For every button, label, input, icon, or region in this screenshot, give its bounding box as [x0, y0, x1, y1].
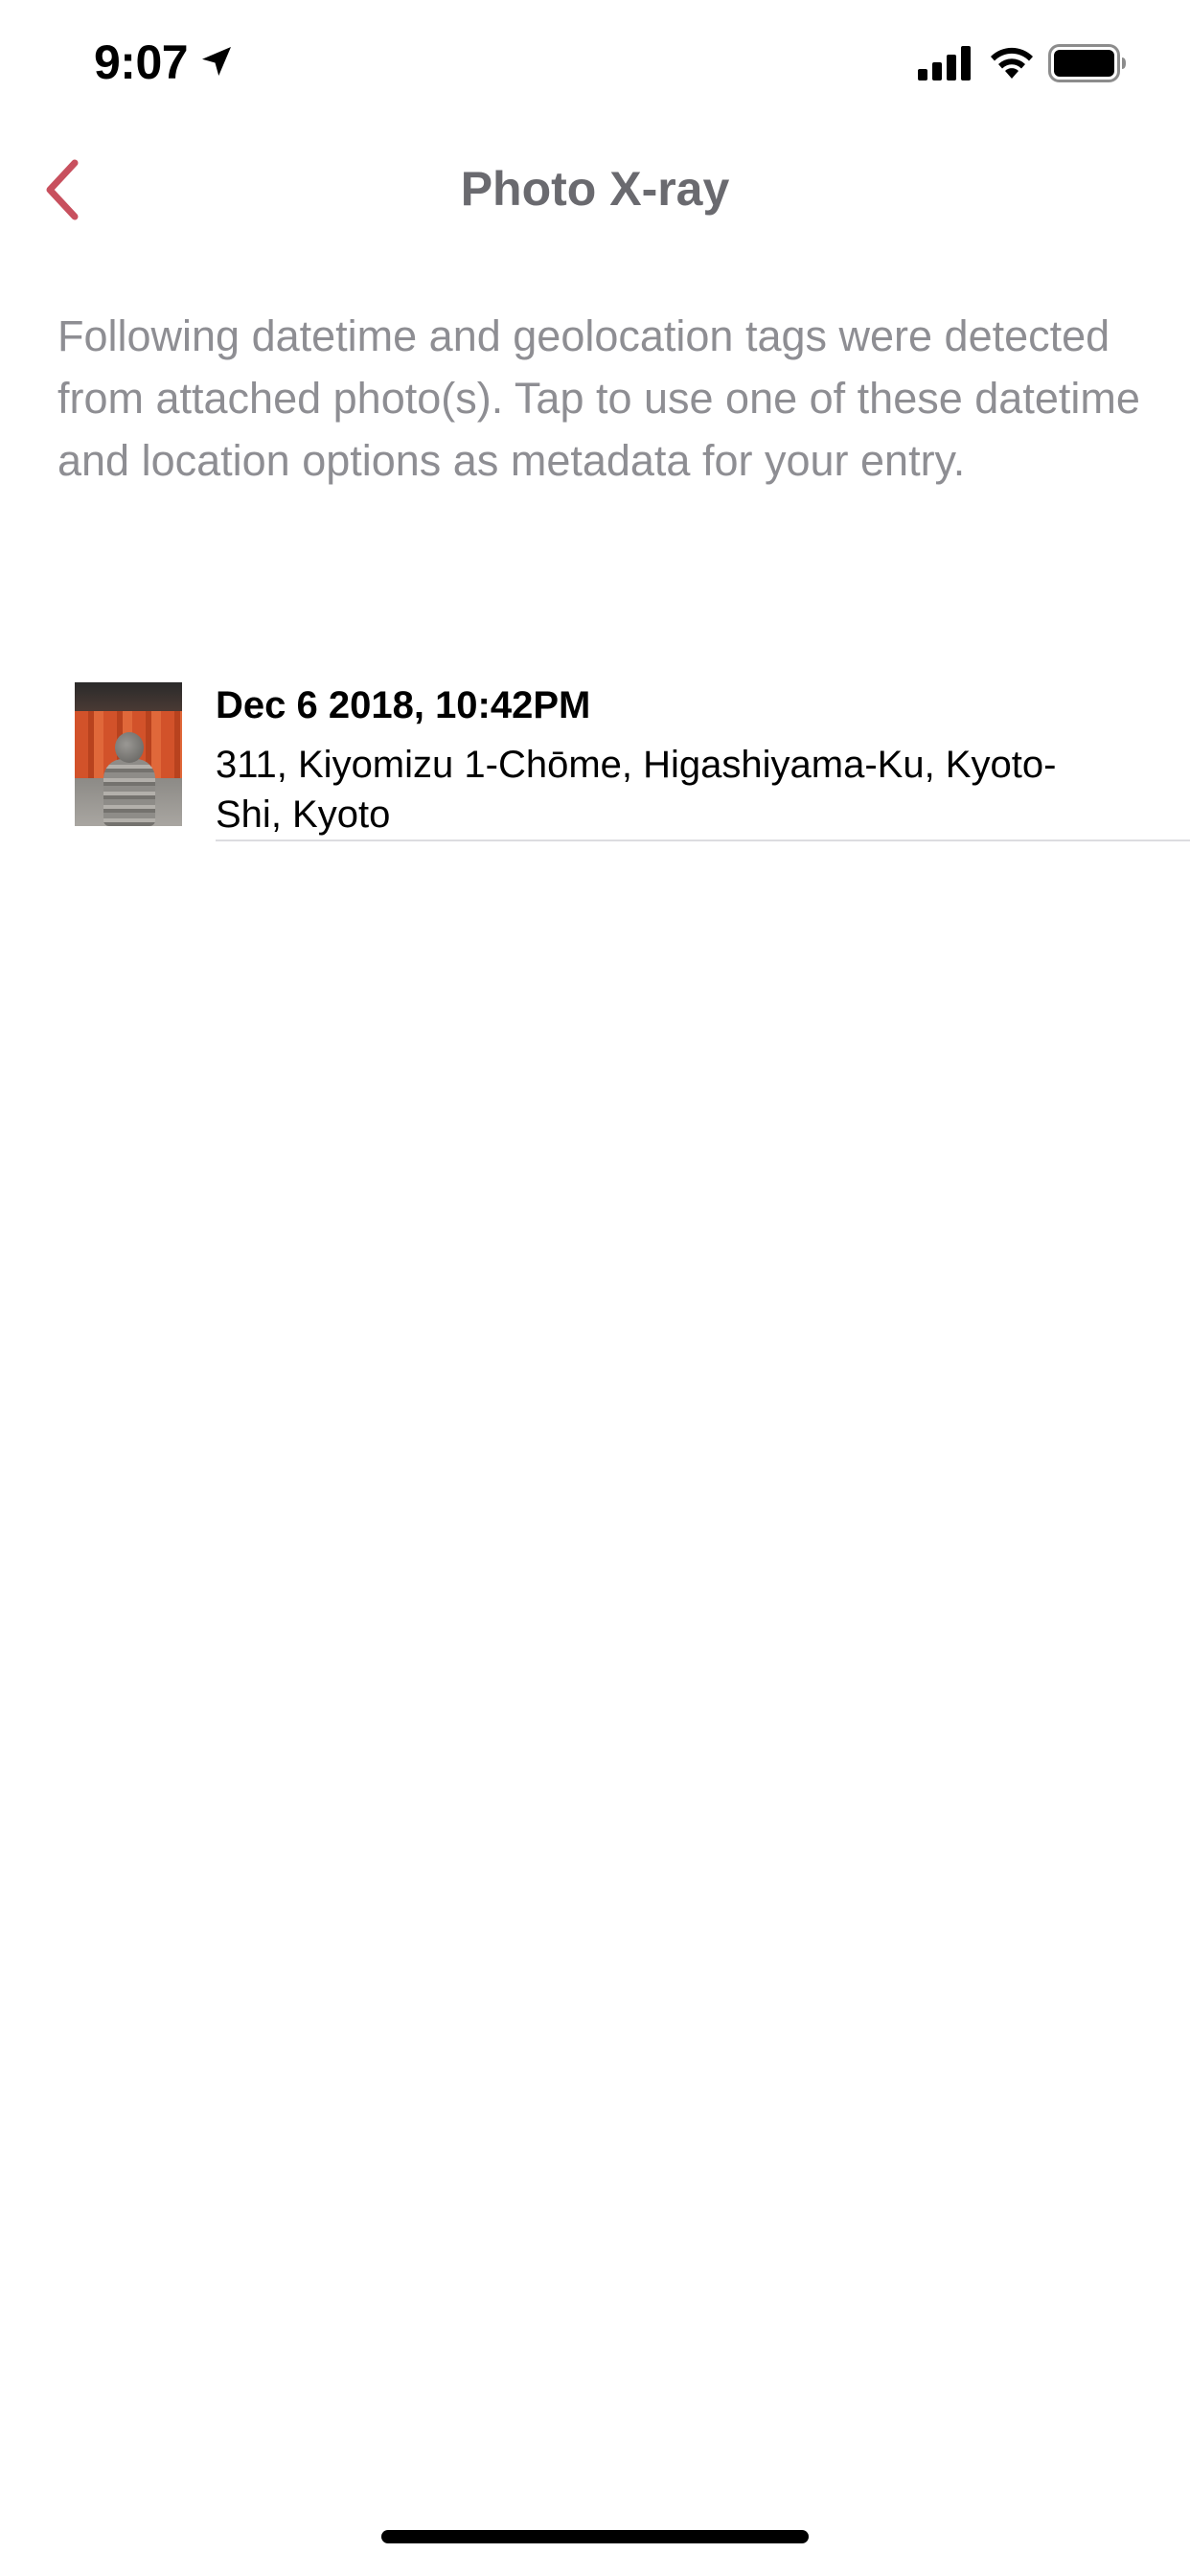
status-time: 9:07 — [94, 35, 189, 89]
photo-thumbnail — [75, 682, 182, 826]
home-indicator[interactable] — [381, 2530, 809, 2543]
status-bar: 9:07 — [0, 0, 1190, 126]
option-address: 311, Kiyomizu 1-Chōme, Higashiyama-Ku, K… — [216, 744, 1057, 836]
metadata-option-list: Dec 6 2018, 10:42PM 311, Kiyomizu 1-Chōm… — [0, 671, 1190, 841]
description-text: Following datetime and geolocation tags … — [57, 311, 1140, 485]
wifi-icon — [991, 47, 1033, 79]
location-arrow-icon — [202, 47, 231, 76]
battery-icon — [1048, 44, 1126, 82]
metadata-option-row[interactable]: Dec 6 2018, 10:42PM 311, Kiyomizu 1-Chōm… — [0, 671, 1190, 841]
page-title: Photo X-ray — [460, 162, 730, 216]
row-divider — [216, 840, 1190, 841]
cellular-signal-icon — [918, 46, 971, 80]
nav-bar: Photo X-ray — [0, 126, 1190, 253]
option-datetime: Dec 6 2018, 10:42PM — [216, 684, 591, 726]
